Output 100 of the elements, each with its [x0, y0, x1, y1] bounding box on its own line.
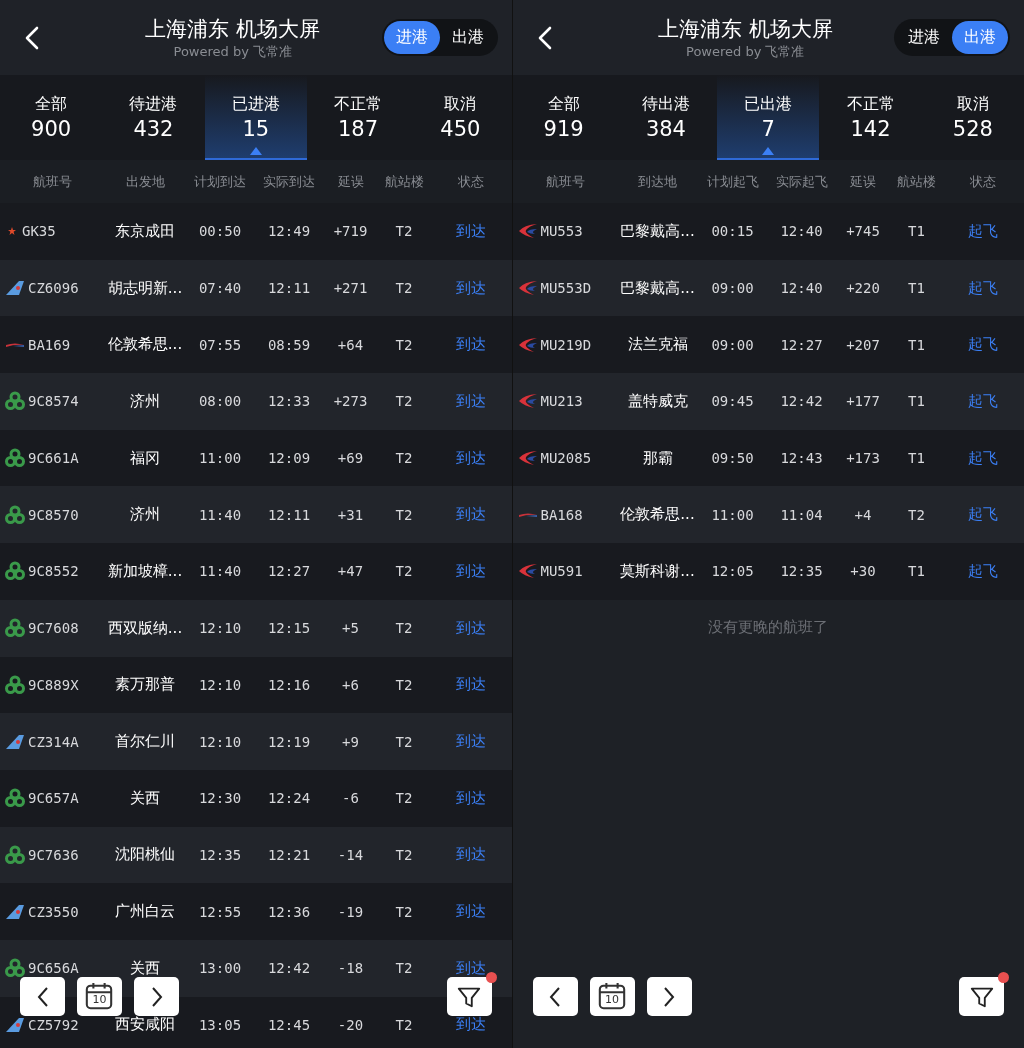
scheduled-time: 12:35 [197, 847, 243, 862]
powered-by-text: Powered by 飞常准 [173, 42, 292, 61]
place-name: 沈阳桃仙 [114, 847, 176, 863]
scheduled-time: 12:10 [197, 621, 243, 636]
status-tab[interactable]: 取消 450 [409, 75, 512, 160]
flight-status: 起飞 [967, 507, 1000, 523]
scheduled-time: 13:05 [197, 1017, 243, 1032]
flight-status: 到达 [454, 904, 487, 920]
actual-time: 11:04 [779, 507, 824, 522]
column-header: 到达地 [637, 172, 678, 191]
terminal-label: T2 [394, 281, 414, 296]
flight-status: 到达 [454, 620, 487, 636]
terminal-label: T2 [394, 677, 414, 692]
flight-status: 到达 [454, 280, 487, 296]
place-name: 胡志明新... [106, 280, 184, 296]
previous-day-button[interactable] [532, 977, 578, 1016]
tail-fin-icon [5, 903, 25, 920]
place-name: 西双版纳... [106, 620, 184, 636]
status-tab[interactable]: 全部 919 [512, 75, 615, 160]
scheduled-time: 09:50 [710, 451, 755, 466]
filter-button[interactable] [959, 977, 1004, 1016]
flight-row[interactable]: BA168 伦敦希思... 11:00 11:04 +4 T2 起飞 [512, 486, 1024, 544]
actual-time: 12:45 [266, 1017, 312, 1032]
flight-row[interactable]: 9C7608 西双版纳... 12:10 12:15 +5 T2 到达 [0, 599, 512, 657]
status-tab[interactable]: 不正常 187 [306, 75, 410, 160]
place-name: 那霸 [641, 450, 674, 466]
status-tab[interactable]: 取消 528 [921, 75, 1024, 160]
place-name: 伦敦希思... [619, 507, 696, 523]
scheduled-time: 09:00 [710, 337, 755, 352]
mode-tab[interactable]: 出港 [952, 21, 1008, 54]
status-tab[interactable]: 已进港 15 [204, 75, 307, 160]
flight-number: 9C657A [28, 791, 79, 806]
place-name: 巴黎戴高... [619, 280, 696, 296]
terminal-label: T2 [394, 847, 414, 862]
status-tab[interactable]: 待进港 432 [102, 75, 205, 160]
flight-row[interactable]: 9C889X 素万那普 12:10 12:16 +6 T2 到达 [0, 656, 512, 714]
delay-minutes: +6 [341, 677, 360, 692]
status-tab[interactable]: 已出港 7 [717, 75, 820, 160]
calendar-button[interactable]: 10 [589, 977, 635, 1016]
status-tab[interactable]: 不正常 142 [819, 75, 922, 160]
place-name: 巴黎戴高... [619, 223, 696, 239]
next-day-button[interactable] [646, 977, 692, 1016]
flight-row[interactable]: CZ314A 首尔仁川 12:10 12:19 +9 T2 到达 [0, 713, 512, 770]
column-header: 实际起飞 [774, 172, 829, 191]
flight-row[interactable]: 9C7636 沈阳桃仙 12:35 12:21 -14 T2 到达 [0, 826, 512, 884]
flight-number: BA169 [28, 337, 71, 352]
mode-tab[interactable]: 出港 [439, 21, 496, 54]
flight-row[interactable]: CZ3550 广州白云 12:55 12:36 -19 T2 到达 [0, 883, 512, 940]
place-name: 法兰克福 [626, 337, 689, 353]
status-tab[interactable]: 待出港 384 [614, 75, 718, 160]
flight-row[interactable]: 9C661A 福冈 11:00 12:09 +69 T2 到达 [0, 429, 512, 487]
status-tab[interactable]: 全部 900 [0, 75, 103, 160]
flight-row[interactable]: MU2085 那霸 09:50 12:43 +173 T1 起飞 [512, 429, 1024, 487]
scheduled-time: 07:40 [197, 281, 243, 296]
flight-row[interactable]: 9C657A 关西 12:30 12:24 -6 T2 到达 [0, 769, 512, 827]
flight-row[interactable]: MU553 巴黎戴高... 00:15 12:40 +745 T1 起飞 [512, 203, 1024, 260]
flight-row[interactable]: MU213 盖特威克 09:45 12:42 +177 T1 起飞 [512, 373, 1024, 430]
mode-tab[interactable]: 进港 [383, 21, 440, 54]
place-name: 关西 [129, 790, 161, 806]
column-header: 计划到达 [193, 172, 247, 191]
actual-time: 12:42 [779, 394, 824, 409]
delay-minutes: +273 [332, 394, 369, 409]
flight-row[interactable]: MU591 莫斯科谢... 12:05 12:35 +30 T1 起飞 [512, 543, 1024, 600]
flight-row[interactable]: MU219D 法兰克福 09:00 12:27 +207 T1 起飞 [512, 316, 1024, 374]
terminal-label: T2 [394, 734, 414, 749]
delay-minutes: -14 [336, 847, 365, 862]
delay-minutes: +4 [853, 507, 873, 522]
column-header: 航站楼 [383, 172, 425, 191]
terminal-label: T1 [907, 281, 926, 296]
trefoil-icon [5, 391, 25, 412]
flight-row[interactable]: 9C8574 济州 08:00 12:33 +273 T2 到达 [0, 373, 512, 430]
flight-status: 到达 [454, 734, 487, 750]
place-name: 济州 [129, 393, 161, 409]
previous-day-button[interactable] [20, 977, 65, 1016]
chevron-right-icon [662, 985, 676, 1008]
column-header: 延误 [849, 172, 877, 191]
flight-number: 9C7636 [28, 847, 79, 862]
place-name: 莫斯科谢... [619, 563, 696, 579]
next-day-button[interactable] [134, 977, 179, 1016]
trefoil-icon [5, 504, 25, 525]
place-name: 福冈 [129, 450, 161, 466]
flight-row[interactable]: CZ6096 胡志明新... 07:40 12:11 +271 T2 到达 [0, 259, 512, 317]
place-name: 广州白云 [114, 904, 176, 920]
flight-row[interactable]: 9C8552 新加坡樟... 11:40 12:27 +47 T2 到达 [0, 543, 512, 600]
scheduled-time: 12:10 [197, 677, 243, 692]
flight-status: 起飞 [967, 450, 1000, 466]
mode-tab[interactable]: 进港 [896, 21, 952, 54]
column-header: 实际到达 [262, 172, 316, 191]
scheduled-time: 00:50 [197, 224, 243, 239]
swoosh-icon [517, 336, 538, 353]
filter-button[interactable] [446, 977, 492, 1016]
chevron-left-icon [548, 985, 562, 1008]
flight-row[interactable]: MU553D 巴黎戴高... 09:00 12:40 +220 T1 起飞 [512, 259, 1024, 317]
actual-time: 12:36 [266, 904, 312, 919]
actual-time: 12:11 [266, 281, 312, 296]
calendar-button[interactable]: 10 [77, 977, 122, 1016]
flight-row[interactable]: BA169 伦敦希思... 07:55 08:59 +64 T2 到达 [0, 316, 512, 374]
flight-row[interactable]: 9C8570 济州 11:40 12:11 +31 T2 到达 [0, 486, 512, 544]
scheduled-time: 11:40 [197, 507, 243, 522]
flight-row[interactable]: GK35 东京成田 00:50 12:49 +719 T2 到达 [0, 203, 512, 260]
